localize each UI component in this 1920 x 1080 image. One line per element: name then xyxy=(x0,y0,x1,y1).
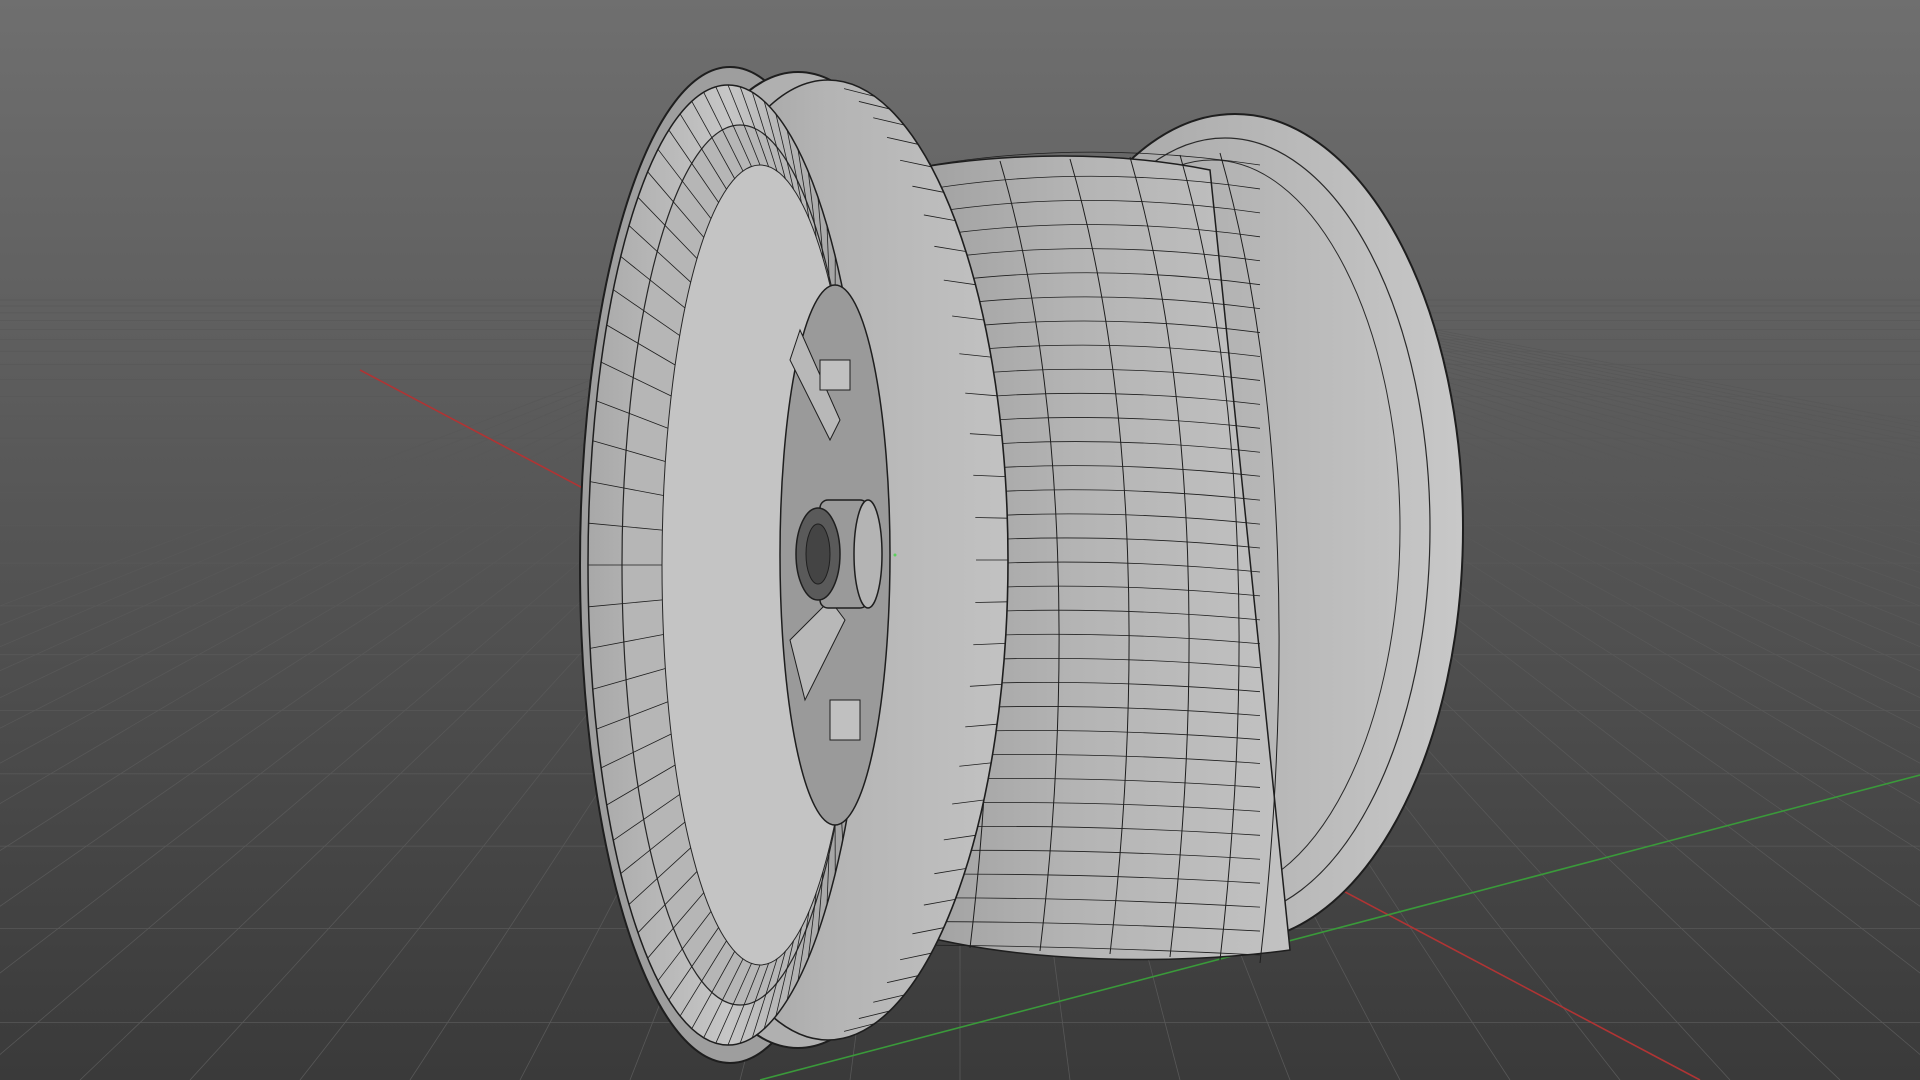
wheel-center-cap xyxy=(795,499,883,609)
3d-viewport[interactable] xyxy=(0,0,1920,1080)
pivot-point xyxy=(893,553,897,557)
wheel-rim-mesh[interactable] xyxy=(579,66,1464,1064)
